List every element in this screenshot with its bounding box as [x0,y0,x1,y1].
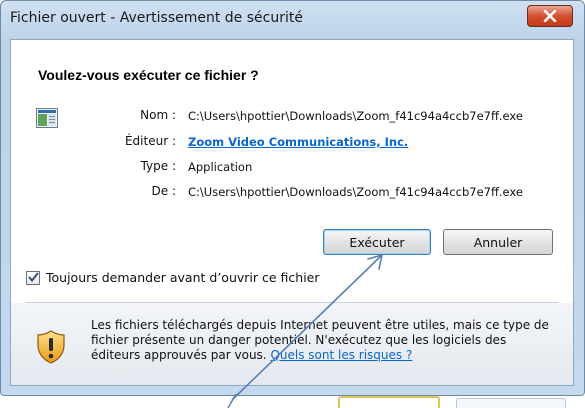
field-label-type: Type : [140,159,176,173]
arrow-extension [227,393,237,408]
field-label-publisher: Éditeur : [124,134,176,148]
warning-panel: Les fichiers téléchargés depuis Internet… [11,303,573,385]
field-value-name: C:\Users\hpottier\Downloads\Zoom_f41c94a… [188,109,523,123]
cancel-button[interactable]: Annuler [443,229,553,255]
risks-link[interactable]: Quels sont les risques ? [270,348,412,362]
run-button[interactable]: Exécuter [323,229,431,255]
field-value-type: Application [188,160,253,174]
close-button[interactable] [527,5,573,27]
security-warning-dialog: Fichier ouvert - Avertissement de sécuri… [0,0,585,396]
dialog-title: Fichier ouvert - Avertissement de sécuri… [10,10,303,26]
title-bar[interactable]: Fichier ouvert - Avertissement de sécuri… [1,1,584,39]
checkmark-icon [27,271,39,285]
background-button [456,398,566,408]
field-value-from: C:\Users\hpottier\Downloads\Zoom_f41c94a… [188,185,523,199]
always-ask-checkbox[interactable] [26,271,40,285]
dialog-body: Voulez-vous exécuter ce fichier ? Nom : … [10,39,574,386]
security-shield-icon [36,330,66,367]
field-label-from: De : [151,184,176,198]
dialog-question: Voulez-vous exécuter ce fichier ? [38,67,259,83]
always-ask-label[interactable]: Toujours demander avant d’ouvrir ce fich… [46,270,320,285]
application-file-icon [36,108,58,131]
field-label-name: Nom : [140,108,176,122]
publisher-link[interactable]: Zoom Video Communications, Inc. [188,135,408,149]
background-button [338,396,440,408]
warning-message: Les fichiers téléchargés depuis Internet… [91,318,557,363]
close-icon [543,10,557,22]
